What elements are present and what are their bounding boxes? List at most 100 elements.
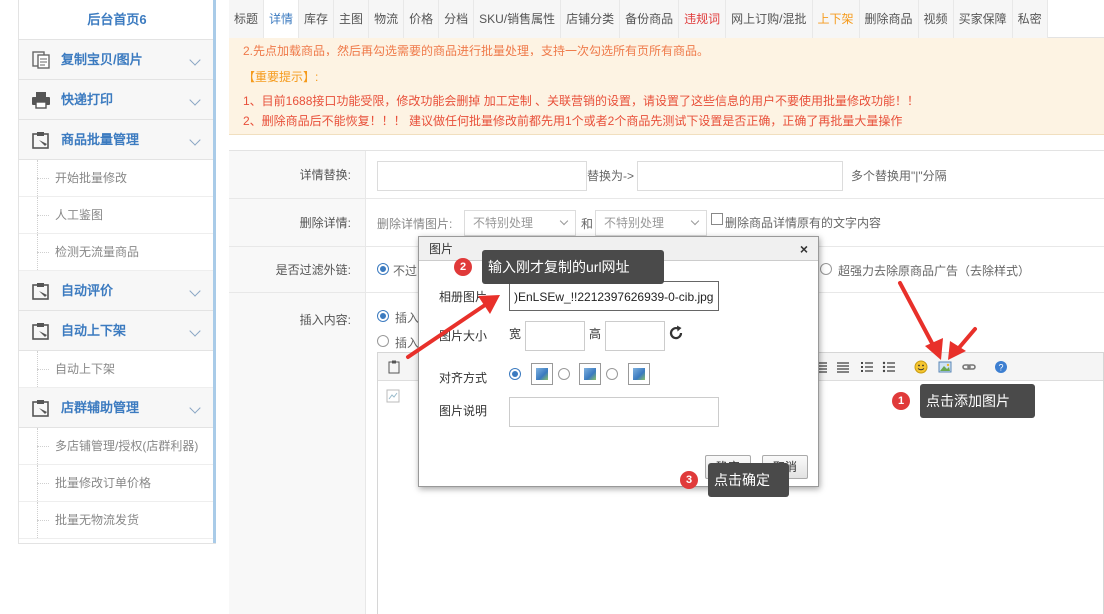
notice-line-2: 2、删除商品后不能恢复！！！ 建议做任何批量修改前都先用1个或者2个商品先测试下… [243,114,903,128]
chevron-down-icon [189,94,201,106]
insert-radio-1[interactable] [377,310,389,322]
unordered-list-icon[interactable] [882,360,896,374]
sidebar-group-store[interactable]: 店群辅助管理 [19,388,215,428]
close-icon[interactable]: × [800,237,808,261]
notice-heading: 【重要提示】: [243,70,319,84]
sidebar-group-shelf[interactable]: 自动上下架 [19,311,215,351]
tab-detail[interactable]: 详情 [264,0,300,38]
notice-line-partial: 2.先点加载商品，然后再勾选需要的商品进行批量处理，支持一次勾选所有页所有商品。 [243,44,710,56]
align-radio-none[interactable] [509,368,521,380]
emoji-icon[interactable] [914,360,928,374]
sidebar-item-multi-store[interactable]: 多店铺管理/授权(店群利器) [19,428,215,465]
link-icon[interactable] [962,360,976,374]
delete-label: 删除详情: [229,199,366,246]
step2-tooltip: 输入刚才复制的url网址 [482,250,664,284]
paste-icon[interactable] [388,360,402,374]
insert-radio-2[interactable] [377,335,389,347]
tab-bar: 标题 详情 库存 主图 物流 价格 分档 SKU/销售属性 店铺分类 备份商品 … [229,0,1104,38]
tab-tier[interactable]: 分档 [439,0,475,38]
filter-option-strong: 超强力去除原商品广告（去除样式） [838,264,1031,278]
sidebar-group-label: 店群辅助管理 [61,400,140,415]
chevron-down-icon [559,216,569,226]
tab-buyer-protect[interactable]: 买家保障 [953,0,1013,38]
replace-to-input[interactable] [637,161,843,191]
replace-from-input[interactable] [377,161,587,191]
refresh-icon[interactable] [668,325,684,341]
sidebar-item-start-batch[interactable]: 开始批量修改 [19,160,215,197]
insert-label: 插入内容: [229,293,366,614]
svg-text:?: ? [998,363,1003,373]
width-label: 宽 [509,327,522,341]
tab-delete-goods[interactable]: 删除商品 [859,0,919,38]
sidebar-group-label: 快递打印 [61,92,114,107]
tab-sku[interactable]: SKU/销售属性 [474,0,562,38]
sidebar-item-no-traffic[interactable]: 检测无流量商品 [19,234,215,271]
step3-badge: 3 [680,471,698,489]
tab-banned-words[interactable]: 违规词 [679,0,727,38]
delete-images-select[interactable]: 不特别处理 [464,210,576,236]
filter-option-1: 不过 [393,264,418,278]
step1-badge: 1 [892,392,910,410]
delete-images-select-2[interactable]: 不特别处理 [595,210,707,236]
sidebar-group-review[interactable]: 自动评价 [19,271,215,311]
replace-hint: 多个替换用"|"分隔 [851,169,947,183]
align-justify-icon[interactable] [836,360,850,374]
align-label: 对齐方式 [439,371,488,385]
tab-stock[interactable]: 库存 [299,0,335,38]
width-input[interactable] [525,321,585,351]
filter-radio-strong[interactable] [820,263,832,275]
sidebar-item-manual-check[interactable]: 人工鉴图 [19,197,215,234]
sidebar-group-label: 复制宝贝/图片 [61,52,143,67]
sidebar-item-order-price[interactable]: 批量修改订单价格 [19,465,215,502]
filter-label: 是否过滤外链: [229,247,366,292]
sidebar-group-label: 自动评价 [61,283,114,298]
sidebar-home-link[interactable]: 后台首页6 [19,0,215,40]
clipboard-icon [32,283,49,300]
tab-price[interactable]: 价格 [404,0,440,38]
sidebar-item-no-logistics[interactable]: 批量无物流发货 [19,502,215,539]
tab-backup[interactable]: 备份商品 [620,0,680,38]
align-radio-right[interactable] [606,368,618,380]
ordered-list-icon[interactable] [860,360,874,374]
sidebar-group-label: 自动上下架 [61,323,127,338]
tab-logistics[interactable]: 物流 [369,0,405,38]
filter-radio-1[interactable] [377,263,389,275]
tab-title[interactable]: 标题 [229,0,265,38]
height-input[interactable] [605,321,665,351]
step2-badge: 2 [454,258,472,276]
tab-online-order[interactable]: 网上订购/混批 [726,0,813,38]
clipboard-icon [32,400,49,417]
align-left-icon [579,363,601,385]
tab-video[interactable]: 视频 [918,0,954,38]
align-radio-left[interactable] [558,368,570,380]
step1-tooltip: 点击添加图片 [920,384,1035,418]
tab-private[interactable]: 私密 [1012,0,1048,38]
dialog-title: 图片 [429,242,454,256]
insert-option-1: 插入 [395,311,420,325]
image-desc-input[interactable] [509,397,719,427]
chevron-down-icon [189,325,201,337]
tab-main-image[interactable]: 主图 [334,0,370,38]
select-value: 不特别处理 [473,216,534,230]
step3-tooltip: 点击确定 [708,463,789,497]
insert-image-icon[interactable] [938,360,952,374]
chevron-down-icon [189,402,201,414]
sidebar: 后台首页6 复制宝贝/图片 快递打印 商品批量管理 开始批量修改 人工鉴图 检测… [18,0,216,544]
image-url-input[interactable]: )EnLSEw_!!2212397626939-0-cib.jpg [509,281,719,311]
sidebar-item-auto-shelf[interactable]: 自动上下架 [19,351,215,388]
copy-document-icon [32,51,50,69]
sidebar-group-batch[interactable]: 商品批量管理 [19,120,215,160]
app-root: 后台首页6 复制宝贝/图片 快递打印 商品批量管理 开始批量修改 人工鉴图 检测… [0,0,1104,614]
album-image-label: 相册图片 [439,290,488,304]
row-replace: 详情替换: 替换为-> 多个替换用"|"分隔 [229,151,1104,199]
delete-text-checkbox[interactable] [711,213,723,225]
tab-store-category[interactable]: 店铺分类 [561,0,621,38]
image-url-value: )EnLSEw_!!2212397626939-0-cib.jpg [514,290,714,304]
notice-line-1: 1、目前1688接口功能受限，修改功能会删掉 加工定制 、关联营销的设置，请设置… [243,94,920,108]
tab-shelf[interactable]: 上下架 [812,0,860,38]
chevron-down-icon [189,134,201,146]
sidebar-group-print[interactable]: 快递打印 [19,80,215,120]
sidebar-group-copy[interactable]: 复制宝贝/图片 [19,40,215,80]
help-icon[interactable]: ? [994,360,1008,374]
printer-icon [32,92,50,109]
